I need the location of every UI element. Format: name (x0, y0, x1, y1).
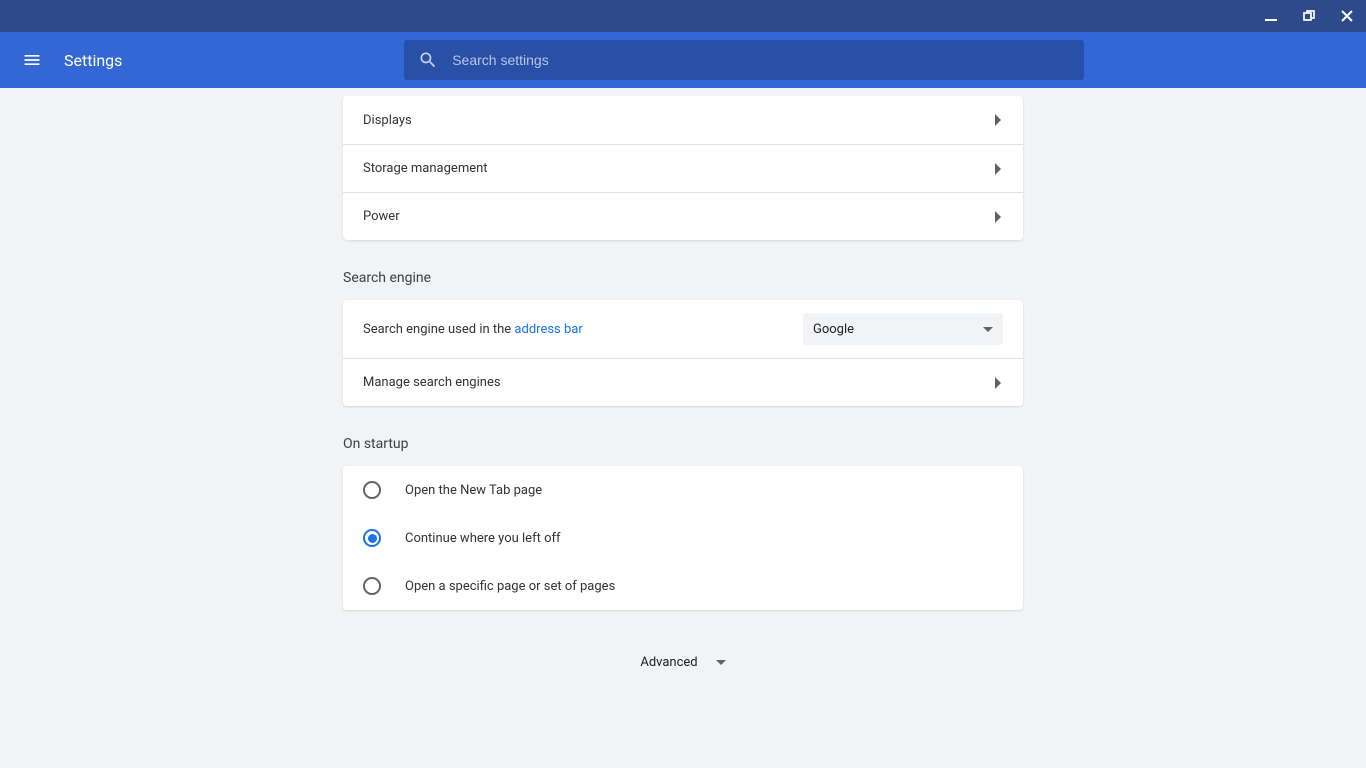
dropdown-arrow-icon (983, 322, 993, 337)
radio-icon (363, 481, 381, 499)
radio-label: Open the New Tab page (405, 483, 542, 498)
address-bar-link[interactable]: address bar (514, 322, 582, 337)
window-titlebar (0, 0, 1366, 32)
page-title: Settings (64, 51, 122, 70)
row-label: Manage search engines (363, 375, 501, 390)
startup-option-new-tab[interactable]: Open the New Tab page (343, 466, 1023, 514)
radio-icon-selected (363, 529, 381, 547)
select-value: Google (813, 322, 854, 337)
row-storage-management[interactable]: Storage management (343, 144, 1023, 192)
close-button[interactable] (1340, 9, 1354, 23)
search-field[interactable] (404, 40, 1084, 80)
advanced-label: Advanced (640, 655, 697, 670)
row-manage-search-engines[interactable]: Manage search engines (343, 358, 1023, 406)
row-label: Storage management (363, 161, 488, 176)
search-engine-used-text: Search engine used in the (363, 322, 514, 337)
row-power[interactable]: Power (343, 192, 1023, 240)
chevron-right-icon (995, 114, 1003, 126)
device-card: Displays Storage management Power (343, 96, 1023, 240)
toolbar: Settings (0, 32, 1366, 88)
row-label: Power (363, 209, 400, 224)
radio-icon (363, 577, 381, 595)
radio-label: Open a specific page or set of pages (405, 579, 615, 594)
search-engine-select[interactable]: Google (803, 313, 1003, 345)
row-label: Displays (363, 113, 412, 128)
search-icon (418, 50, 438, 70)
section-title-on-startup: On startup (343, 436, 1023, 452)
startup-card: Open the New Tab page Continue where you… (343, 466, 1023, 610)
section-title-search-engine: Search engine (343, 270, 1023, 286)
search-engine-card: Search engine used in the address bar Go… (343, 300, 1023, 406)
chevron-right-icon (995, 377, 1003, 389)
content-area: Displays Storage management Power Search… (0, 88, 1366, 768)
minimize-button[interactable] (1264, 9, 1278, 23)
startup-option-specific-pages[interactable]: Open a specific page or set of pages (343, 562, 1023, 610)
row-label: Search engine used in the address bar (363, 322, 583, 337)
chevron-down-icon (716, 655, 726, 670)
search-input[interactable] (452, 52, 1070, 68)
row-search-engine-used: Search engine used in the address bar Go… (343, 300, 1023, 358)
chevron-right-icon (995, 211, 1003, 223)
chevron-right-icon (995, 163, 1003, 175)
maximize-button[interactable] (1302, 9, 1316, 23)
advanced-toggle[interactable]: Advanced (343, 642, 1023, 682)
startup-option-continue[interactable]: Continue where you left off (343, 514, 1023, 562)
radio-label: Continue where you left off (405, 531, 561, 546)
hamburger-menu-icon[interactable] (20, 48, 44, 72)
row-displays[interactable]: Displays (343, 96, 1023, 144)
